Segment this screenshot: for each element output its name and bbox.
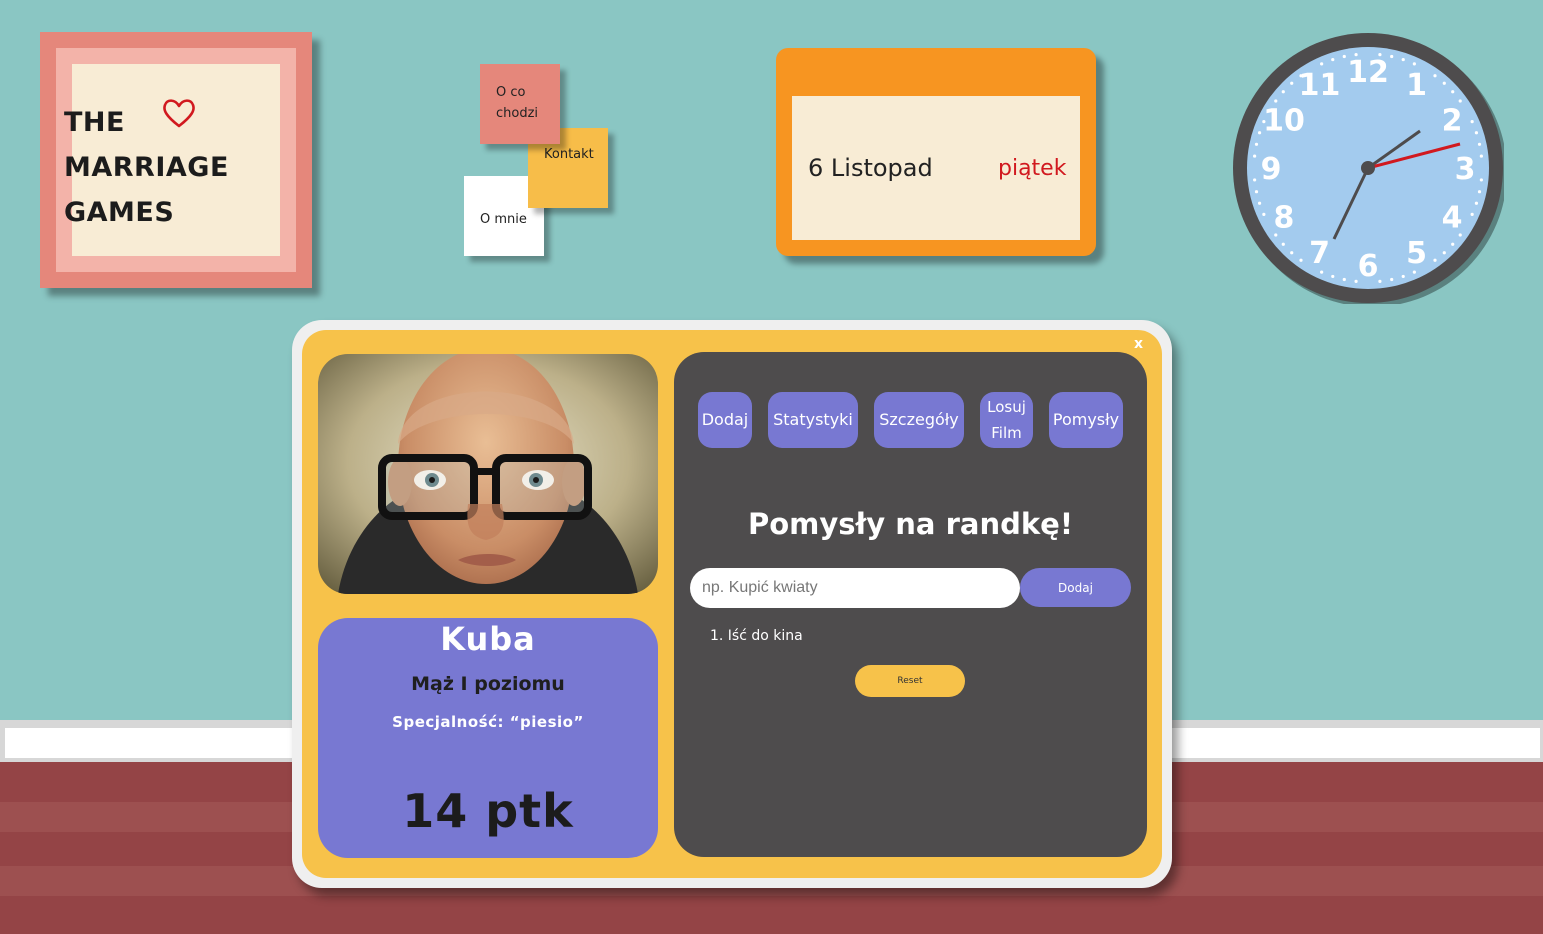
clock-tick — [1257, 131, 1262, 135]
tab-losuj-film[interactable]: Losuj Film — [980, 392, 1033, 448]
clock-tick — [1342, 54, 1346, 59]
clock-tick — [1281, 242, 1285, 246]
date-sheet: 6 Listopad piątek — [792, 96, 1080, 240]
clock-numeral: 5 — [1406, 236, 1427, 271]
clock-tick — [1433, 258, 1437, 262]
profile-points: 14 ptk — [402, 784, 574, 838]
tab-pomysly[interactable]: Pomysły — [1049, 392, 1123, 448]
clock-tick — [1290, 251, 1294, 255]
clock-tick — [1342, 277, 1346, 282]
portrait-image — [318, 354, 658, 594]
clock-tick — [1412, 270, 1416, 274]
logo-text: THE MARRIAGE GAMES — [64, 107, 229, 228]
clock-tick — [1299, 258, 1303, 262]
clock-tick — [1479, 178, 1483, 182]
clock-tick — [1474, 201, 1479, 205]
clock-numeral: 3 — [1455, 152, 1476, 187]
clock-tick — [1320, 270, 1324, 274]
clock-tick — [1470, 212, 1474, 216]
profile-rank: Mąż I poziomu — [411, 673, 565, 695]
clock-numeral: 11 — [1299, 68, 1341, 103]
add-idea-button[interactable]: Dodaj — [1020, 568, 1131, 607]
profile-card: Kuba Mąż I poziomu Specjalność: “piesio”… — [318, 618, 658, 858]
clock-numeral: 2 — [1442, 104, 1463, 139]
tab-dodaj[interactable]: Dodaj — [698, 392, 752, 448]
clock-numeral: 7 — [1309, 236, 1330, 271]
clock-tick — [1257, 201, 1262, 205]
clock-tick — [1281, 90, 1285, 94]
clock-tick — [1254, 142, 1259, 146]
clock-numeral: 4 — [1442, 201, 1463, 236]
clock-tick — [1254, 190, 1259, 194]
clock-tick — [1451, 90, 1455, 94]
clock-tick — [1412, 62, 1416, 66]
wall-clock: 12 12 3 45678 9 1011 — [1233, 33, 1504, 304]
clock-tick — [1274, 99, 1278, 103]
idea-list-item: 1. Iść do kina — [710, 628, 803, 644]
clock-tick — [1470, 120, 1474, 124]
tab-statystyki[interactable]: Statystyki — [768, 392, 858, 448]
clock-tick — [1479, 154, 1483, 158]
note-o-mnie-label: O mnie — [480, 212, 527, 227]
tab-szczegoly[interactable]: Szczegóły — [874, 392, 964, 448]
reset-button[interactable]: Reset — [855, 665, 965, 697]
clock-tick — [1390, 277, 1394, 282]
clock-tick — [1262, 212, 1266, 216]
profile-specialty: Specjalność: “piesio” — [392, 713, 584, 731]
clock-tick — [1401, 274, 1405, 279]
clock-tick — [1433, 74, 1437, 78]
profile-photo — [318, 354, 658, 594]
profile-modal: x Kuba Mąż I poziomu Specjalność: “piesi… — [292, 320, 1172, 888]
date-board: 6 Listopad piątek — [776, 48, 1096, 256]
clock-tick — [1331, 274, 1335, 279]
clock-numeral: 8 — [1274, 201, 1295, 236]
profile-name: Kuba — [440, 620, 536, 658]
heart-icon — [163, 99, 195, 128]
clock-tick — [1442, 251, 1446, 255]
note-o-co-chodzi-label: O co chodzi — [496, 85, 539, 121]
ideas-title: Pomysły na randkę! — [747, 507, 1074, 541]
clock-tick — [1474, 131, 1479, 135]
clock-tick — [1390, 54, 1394, 59]
clock-tick — [1253, 178, 1257, 182]
note-o-co-chodzi[interactable]: O co chodzi — [480, 64, 560, 144]
clock-tick — [1378, 279, 1382, 283]
clock-tick — [1477, 142, 1482, 146]
clock-tick — [1458, 99, 1462, 103]
clock-tick — [1290, 81, 1294, 85]
date-weekday: piątek — [998, 156, 1067, 181]
clock-numeral: 9 — [1261, 152, 1282, 187]
clock-numeral: 6 — [1358, 249, 1379, 284]
content-panel: Dodaj Statystyki Szczegóły Losuj Film Po… — [674, 352, 1147, 857]
close-button[interactable]: x — [1134, 336, 1143, 352]
idea-input[interactable] — [690, 568, 1020, 608]
clock-numeral: 10 — [1263, 104, 1305, 139]
clock-tick — [1401, 57, 1405, 62]
date-day: 6 Listopad — [808, 154, 933, 182]
clock-tick — [1442, 81, 1446, 85]
clock-tick — [1451, 242, 1455, 246]
clock-tick — [1253, 154, 1257, 158]
clock-numeral: 12 — [1347, 55, 1389, 90]
idea-list: 1. Iść do kina — [710, 628, 803, 644]
note-kontakt-label: Kontakt — [544, 147, 594, 162]
clock-tick — [1477, 190, 1482, 194]
clock-tick — [1331, 57, 1335, 62]
clock-tick — [1320, 62, 1324, 66]
clock-numeral: 1 — [1406, 68, 1427, 103]
